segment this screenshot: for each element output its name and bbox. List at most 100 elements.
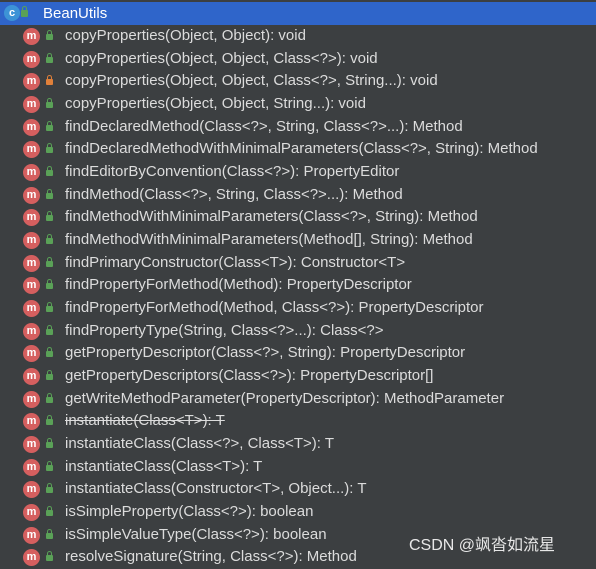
public-lock-icon <box>46 211 53 222</box>
class-node[interactable]: c BeanUtils <box>0 2 596 25</box>
method-signature: copyProperties(Object, Object, String...… <box>65 95 366 113</box>
method-icon: m <box>23 368 40 386</box>
method-icon: m <box>23 50 40 68</box>
method-row[interactable]: m getWriteMethodParameter(PropertyDescrip… <box>0 388 596 411</box>
public-lock-icon <box>46 460 53 471</box>
public-lock-icon <box>46 98 53 109</box>
public-lock-icon <box>46 279 53 290</box>
public-lock-icon <box>46 392 53 403</box>
method-list: m copyProperties(Object, Object): void m co… <box>0 25 596 569</box>
method-icon: m <box>23 186 40 204</box>
method-row[interactable]: m findDeclaredMethodWithMinimalParameters… <box>0 138 596 161</box>
method-row[interactable]: m instantiateClass(Class<?>, Class<T>): T <box>0 433 596 456</box>
method-row[interactable]: m isSimpleProperty(Class<?>): boolean <box>0 501 596 524</box>
public-lock-icon <box>46 256 53 267</box>
public-lock-icon <box>46 302 53 313</box>
method-row[interactable]: m getPropertyDescriptor(Class<?>, String)… <box>0 342 596 365</box>
method-icon: m <box>23 73 40 91</box>
method-signature: copyProperties(Object, Object, Class<?>,… <box>65 72 438 90</box>
method-icon: m <box>23 481 40 499</box>
method-icon: m <box>23 118 40 136</box>
public-lock-icon <box>46 188 53 199</box>
method-signature: instantiateClass(Class<?>, Class<T>): T <box>65 435 334 453</box>
method-signature: findMethodWithMinimalParameters(Method[]… <box>65 231 473 249</box>
method-signature: findDeclaredMethodWithMinimalParameters(… <box>65 140 538 158</box>
method-signature: isSimpleProperty(Class<?>): boolean <box>65 503 314 521</box>
method-row[interactable]: m copyProperties(Object, Object, Class<?>… <box>0 48 596 71</box>
method-signature: instantiateClass(Class<T>): T <box>65 457 263 475</box>
method-row[interactable]: m instantiate(Class<T>): T <box>0 410 596 433</box>
method-signature: findMethod(Class<?>, String, Class<?>...… <box>65 185 403 203</box>
method-icon: m <box>23 436 40 454</box>
public-lock-icon <box>46 30 53 40</box>
method-icon: m <box>23 300 40 318</box>
public-lock-icon <box>46 234 53 245</box>
method-row[interactable]: m getPropertyDescriptors(Class<?>): Prope… <box>0 365 596 388</box>
method-row[interactable]: m copyProperties(Object, Object, Class<?>… <box>0 70 596 93</box>
method-signature: findPropertyType(String, Class<?>...): C… <box>65 321 384 339</box>
method-icon: m <box>23 209 40 227</box>
method-signature: getPropertyDescriptors(Class<?>): Proper… <box>65 367 434 385</box>
method-signature: getWriteMethodParameter(PropertyDescript… <box>65 389 505 407</box>
public-lock-icon <box>46 324 53 335</box>
method-signature: instantiateClass(Constructor<T>, Object.… <box>65 480 367 498</box>
public-lock-icon <box>46 370 53 381</box>
method-signature: findDeclaredMethod(Class<?>, String, Cla… <box>65 117 463 135</box>
method-icon: m <box>23 141 40 159</box>
public-lock-icon <box>46 506 53 517</box>
method-row[interactable]: m copyProperties(Object, Object): void <box>0 25 596 48</box>
method-row[interactable]: m findMethod(Class<?>, String, Class<?>..… <box>0 184 596 207</box>
method-row[interactable]: m findPrimaryConstructor(Class<T>): Const… <box>0 252 596 275</box>
method-icon: m <box>23 164 40 182</box>
structure-panel: c BeanUtils m copyProperties(Object, Obje… <box>0 0 596 567</box>
method-signature: copyProperties(Object, Object, Class<?>)… <box>65 49 378 67</box>
method-signature: copyProperties(Object, Object): void <box>65 27 306 44</box>
public-lock-icon <box>46 438 53 449</box>
method-row[interactable]: m findPropertyForMethod(Method, Class<?>)… <box>0 297 596 320</box>
method-row[interactable]: m findMethodWithMinimalParameters(Method[… <box>0 229 596 252</box>
method-row[interactable]: m findPropertyForMethod(Method): Property… <box>0 274 596 297</box>
public-lock-icon <box>46 347 53 358</box>
method-row[interactable]: m findEditorByConvention(Class<?>): Prope… <box>0 161 596 184</box>
class-icon: c <box>4 5 20 21</box>
public-lock-icon <box>46 551 53 562</box>
class-name: BeanUtils <box>43 5 108 22</box>
method-icon: m <box>23 345 40 363</box>
public-lock-icon <box>46 415 53 426</box>
method-icon: m <box>23 526 40 544</box>
public-lock-icon <box>46 166 53 177</box>
method-row[interactable]: m findPropertyType(String, Class<?>...): … <box>0 320 596 343</box>
method-icon: m <box>23 277 40 295</box>
method-icon: m <box>23 504 40 522</box>
method-signature: findPrimaryConstructor(Class<T>): Constr… <box>65 253 406 271</box>
method-icon: m <box>23 458 40 476</box>
method-icon: m <box>23 28 40 45</box>
method-signature: findPropertyForMethod(Method, Class<?>):… <box>65 299 484 317</box>
public-lock-icon <box>46 52 53 63</box>
method-icon: m <box>23 390 40 408</box>
method-row[interactable]: m findDeclaredMethod(Class<?>, String, Cl… <box>0 116 596 139</box>
method-signature: instantiate(Class<T>): T <box>65 412 225 430</box>
method-icon: m <box>23 96 40 114</box>
method-row[interactable]: m findMethodWithMinimalParameters(Class<?… <box>0 206 596 229</box>
method-row[interactable]: m instantiateClass(Class<T>): T <box>0 456 596 479</box>
method-row[interactable]: m copyProperties(Object, Object, String..… <box>0 93 596 116</box>
private-lock-icon <box>46 75 53 86</box>
public-lock-icon <box>46 528 53 539</box>
method-icon: m <box>23 549 40 567</box>
method-signature: findPropertyForMethod(Method): PropertyD… <box>65 276 412 294</box>
method-icon: m <box>23 254 40 272</box>
public-lock-icon <box>46 143 53 154</box>
watermark: CSDN @飒沓如流星 <box>409 537 556 554</box>
public-lock-icon <box>46 483 53 494</box>
method-signature: findMethodWithMinimalParameters(Class<?>… <box>65 208 478 226</box>
public-lock-icon <box>46 120 53 131</box>
method-icon: m <box>23 232 40 250</box>
method-icon: m <box>23 413 40 431</box>
method-icon: m <box>23 322 40 340</box>
method-row[interactable]: m instantiateClass(Constructor<T>, Object… <box>0 478 596 501</box>
method-signature: isSimpleValueType(Class<?>): boolean <box>65 525 327 543</box>
method-signature: getPropertyDescriptor(Class<?>, String):… <box>65 344 466 362</box>
public-lock-icon <box>21 6 28 17</box>
method-signature: findEditorByConvention(Class<?>): Proper… <box>65 163 400 181</box>
